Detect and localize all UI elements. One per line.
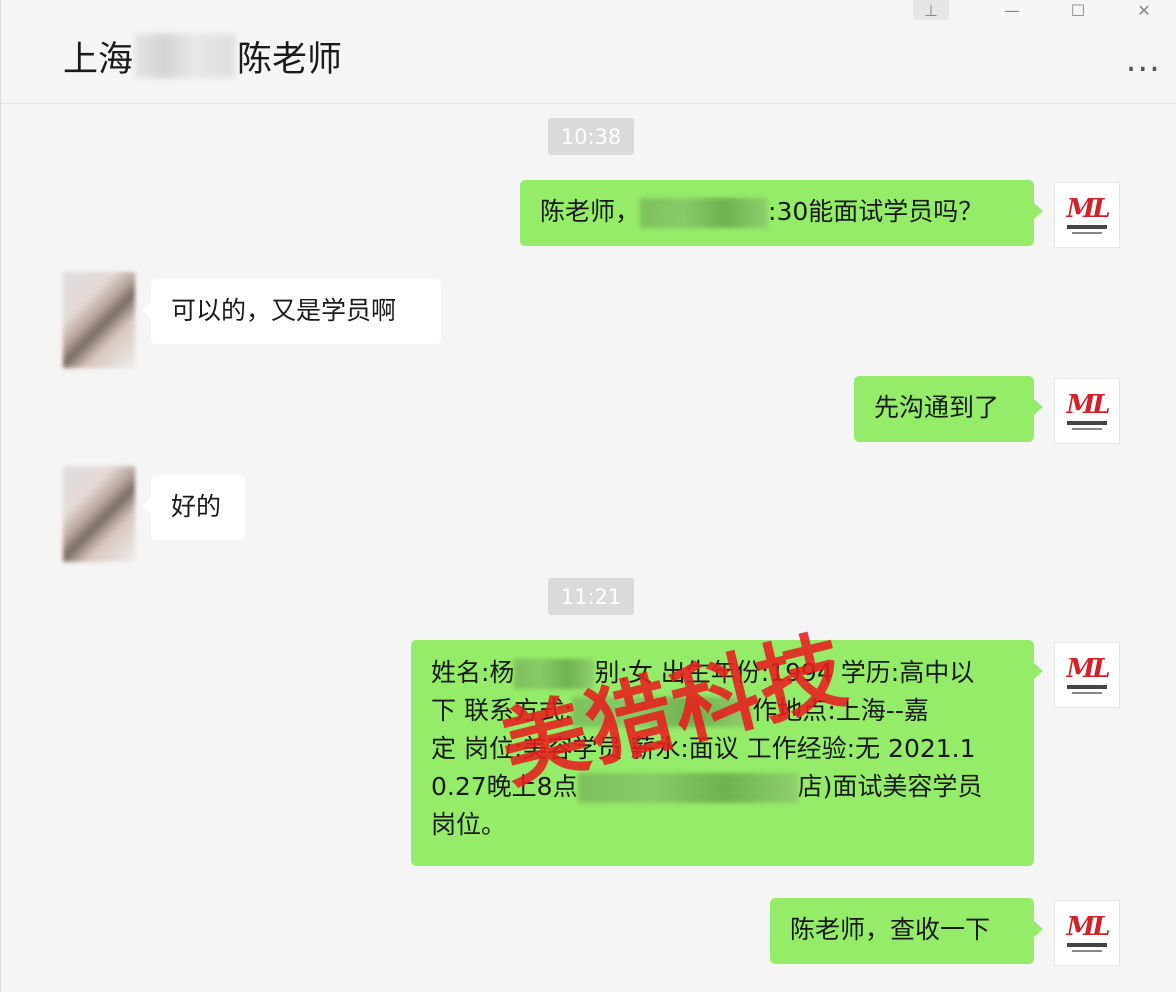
incoming-message[interactable]: 好的 [142,475,245,540]
message-text-post: :30能面试学员吗？ [768,197,984,226]
logo-caption-bar [1072,428,1102,430]
redacted-text [572,697,753,727]
logo-caption-bar [1067,943,1107,947]
outgoing-message[interactable]: 先沟通到了 [854,376,1043,442]
pin-icon[interactable]: ⊥ [913,0,949,20]
logo-icon: ML [1066,654,1110,684]
contact-avatar[interactable] [63,272,135,368]
redacted-text [514,659,595,689]
outgoing-message[interactable]: 陈老师， :30能面试学员吗？ [520,180,1043,246]
self-avatar[interactable]: ML [1054,900,1120,966]
message-fragment: 下 联系方式: [431,696,573,725]
more-options-icon[interactable]: ... [1126,43,1161,77]
contact-avatar[interactable] [63,466,135,562]
maximize-icon[interactable]: ☐ [1045,0,1111,20]
message-line: 姓名:杨 别:女 出生年份:1994 学历:高中以 [431,654,1014,692]
message-fragment: 作地点:上海--嘉 [752,696,929,725]
chat-title-prefix: 上海 [63,39,134,80]
message-fragment: 定 岗位:美容学员 薪水:面议 工作经验:无 2021.1 [431,734,976,763]
message-fragment: 岗位。 [431,810,507,839]
message-line: 下 联系方式: 作地点:上海--嘉 [431,692,1014,730]
message-line: 0.27晚上8点 店)面试美容学员 [431,768,1014,806]
message-line: 定 岗位:美容学员 薪水:面议 工作经验:无 2021.1 [431,730,1014,768]
logo-icon: ML [1066,194,1110,224]
chat-window: 上海 陈老师 ... ⊥ — ☐ ✕ 10:38 陈老师，:30能面试学员吗？ … [0,0,1176,992]
chat-header: 上海 陈老师 ... ⊥ — ☐ ✕ [1,0,1176,104]
minimize-icon[interactable]: — [979,0,1045,20]
chat-title: 上海 陈老师 [63,34,342,80]
message-fragment: 姓名:杨 [431,658,515,687]
timestamp: 11:21 [548,578,634,615]
close-icon[interactable]: ✕ [1111,0,1176,20]
self-avatar[interactable]: ML [1054,182,1120,248]
message-text: 先沟通到了 [874,393,1000,422]
message-fragment: 0.27晚上8点 [431,772,578,801]
logo-caption-bar [1072,692,1102,694]
message-text: 可以的，又是学员啊 [171,296,397,325]
logo-caption-bar [1067,685,1107,689]
outgoing-message[interactable]: 陈老师，查收一下 [770,898,1043,964]
message-text-pre: 陈老师， [540,197,641,226]
timestamp: 10:38 [548,118,634,155]
outgoing-resume-message[interactable]: 姓名:杨 别:女 出生年份:1994 学历:高中以 下 联系方式: 作地点:上海--… [411,640,1043,866]
logo-caption-bar [1072,950,1102,952]
window-controls: ⊥ — ☐ ✕ [913,0,1176,20]
self-avatar[interactable]: ML [1054,642,1120,708]
redacted-name [135,34,236,78]
logo-caption-bar [1072,232,1102,234]
logo-caption-bar [1067,225,1107,229]
message-text: 陈老师，查收一下 [790,915,991,944]
redacted-text [577,773,798,803]
message-fragment: 别:女 出生年份:1994 学历:高中以 [594,658,975,687]
message-line: 岗位。 [431,806,1014,844]
message-text: 好的 [171,492,222,521]
incoming-message[interactable]: 可以的，又是学员啊 [142,279,441,344]
redacted-text [640,198,769,228]
message-fragment: 店)面试美容学员 [797,772,983,801]
logo-icon: ML [1066,390,1110,420]
self-avatar[interactable]: ML [1054,378,1120,444]
chat-title-suffix: 陈老师 [237,39,343,80]
logo-icon: ML [1066,912,1110,942]
logo-caption-bar [1067,421,1107,425]
